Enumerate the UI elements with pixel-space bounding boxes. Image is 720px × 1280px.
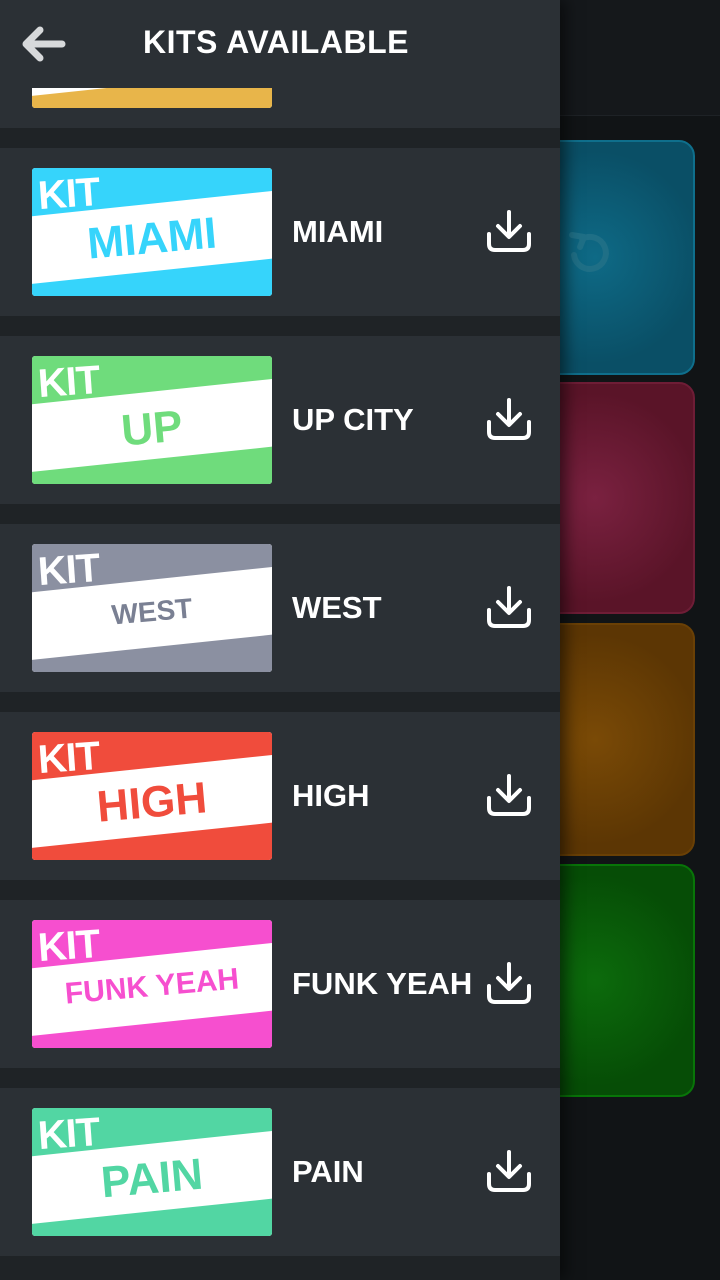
kit-row[interactable]: KIT FUNK YEAH FUNK YEAH xyxy=(0,900,560,1068)
kit-row[interactable]: KIT MIAMI MIAMI xyxy=(0,148,560,316)
back-arrow-icon[interactable] xyxy=(18,22,68,66)
kit-thumbnail: KIT WEST xyxy=(32,544,272,672)
download-icon[interactable] xyxy=(484,960,534,1006)
kit-thumbnail: KIT MIAMI xyxy=(32,168,272,296)
kit-thumbnail: KIT FUNK YEAH xyxy=(32,920,272,1048)
kit-thumbnail: KIT PAIN xyxy=(32,1108,272,1236)
kit-name: HIGH xyxy=(292,778,370,813)
download-icon[interactable] xyxy=(484,1148,534,1194)
kit-thumbnail-kit-label: KIT xyxy=(36,733,101,783)
kit-thumbnail-kit-label: KIT xyxy=(36,357,101,407)
download-icon[interactable] xyxy=(484,584,534,630)
kit-name: WEST xyxy=(292,590,382,625)
kits-drawer: KITS AVAILABLE KIT MIAMI MIAMI KIT UP UP… xyxy=(0,0,560,1280)
page-title: KITS AVAILABLE xyxy=(143,24,409,60)
download-icon[interactable] xyxy=(484,396,534,442)
kit-name: FUNK YEAH xyxy=(292,966,473,1001)
download-icon[interactable] xyxy=(484,208,534,254)
kit-thumbnail-kit-label: KIT xyxy=(36,545,101,595)
kit-thumbnail-name: WEST xyxy=(110,592,194,631)
kit-thumbnail: KIT UP xyxy=(32,356,272,484)
kit-row-partial[interactable] xyxy=(0,0,560,128)
kit-thumbnail-kit-label: KIT xyxy=(36,169,101,219)
kit-name: PAIN xyxy=(292,1154,364,1189)
kit-row[interactable]: KIT HIGH HIGH xyxy=(0,712,560,880)
drawer-header: KITS AVAILABLE xyxy=(0,0,560,88)
kit-row[interactable]: KIT WEST WEST xyxy=(0,524,560,692)
download-icon[interactable] xyxy=(484,772,534,818)
pad-red xyxy=(540,382,695,614)
refresh-icon xyxy=(569,232,609,272)
kit-row[interactable]: KIT PAIN PAIN xyxy=(0,1088,560,1256)
pad-green xyxy=(540,864,695,1097)
kit-thumbnail-kit-label: KIT xyxy=(36,921,101,971)
kit-name: MIAMI xyxy=(292,214,384,249)
kit-thumbnail-kit-label: KIT xyxy=(36,1109,101,1159)
pad-orange xyxy=(540,623,695,856)
kit-name: UP CITY xyxy=(292,402,414,437)
kit-row[interactable]: KIT UP UP CITY xyxy=(0,336,560,504)
kit-thumbnail: KIT HIGH xyxy=(32,732,272,860)
